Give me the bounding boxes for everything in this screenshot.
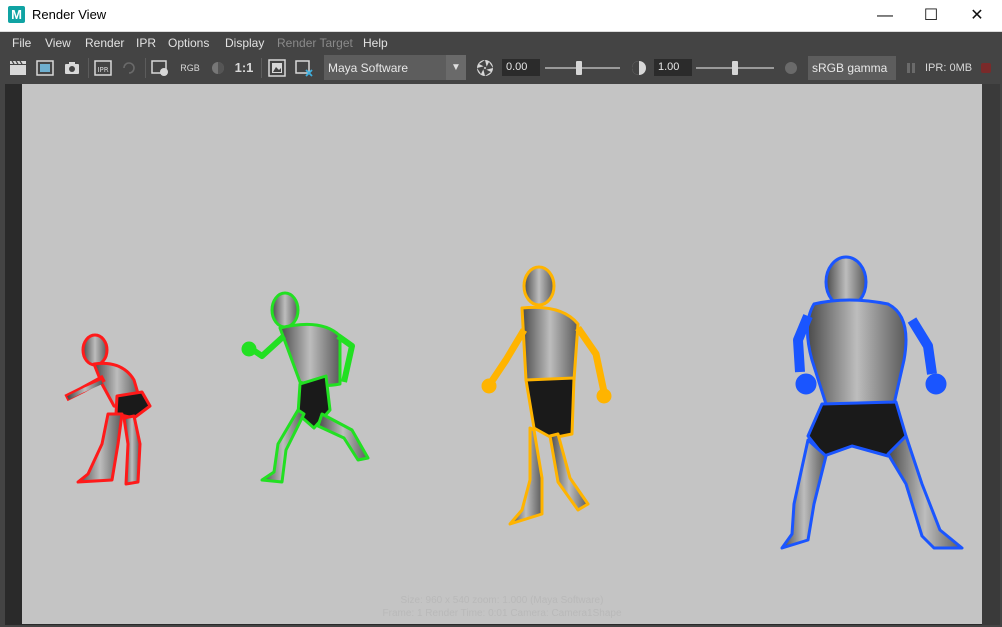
maximize-button[interactable]: ☐ bbox=[908, 0, 954, 31]
render-image[interactable]: Size: 960 x 540 zoom: 1.000 (Maya Softwa… bbox=[22, 84, 982, 624]
snapshot-camera-icon[interactable] bbox=[62, 58, 82, 78]
toolbar-separator bbox=[145, 58, 146, 78]
rendered-figures bbox=[64, 255, 964, 550]
gamma-contrast-icon[interactable] bbox=[629, 58, 649, 78]
view-transform-icon[interactable] bbox=[781, 58, 801, 78]
menu-options[interactable]: Options bbox=[168, 36, 209, 50]
menu-render-target[interactable]: Render Target bbox=[277, 36, 353, 50]
exposure-aperture-icon[interactable] bbox=[475, 58, 495, 78]
render-status-overlay: Size: 960 x 540 zoom: 1.000 (Maya Softwa… bbox=[22, 594, 982, 620]
minimize-button[interactable]: — bbox=[862, 0, 908, 31]
maya-app-icon: M bbox=[8, 6, 25, 23]
ipr-memory-readout: IPR: 0MB bbox=[925, 62, 973, 74]
exposure-slider-handle[interactable] bbox=[575, 61, 582, 75]
renderer-selected-value: Maya Software bbox=[328, 61, 409, 75]
exposure-slider[interactable] bbox=[545, 67, 620, 69]
display-image-icon[interactable] bbox=[267, 58, 287, 78]
gamma-slider-handle[interactable] bbox=[732, 61, 738, 75]
toolbar: IPR RGB 1:1 Maya Software ▼ 0.00 1.00 sR… bbox=[0, 53, 1002, 83]
menu-file[interactable]: File bbox=[12, 36, 31, 50]
refresh-ipr-icon[interactable] bbox=[119, 58, 139, 78]
red-crouching-figure bbox=[64, 333, 152, 486]
colorspace-dropdown[interactable]: sRGB gamma bbox=[808, 56, 896, 80]
toolbar-separator bbox=[261, 58, 262, 78]
menu-bar: File View Render IPR Options Display Ren… bbox=[0, 32, 1002, 53]
real-size-button[interactable]: 1:1 bbox=[234, 58, 254, 78]
toolbar-separator bbox=[88, 58, 89, 78]
yellow-walking-figure bbox=[481, 265, 612, 526]
menu-ipr[interactable]: IPR bbox=[136, 36, 156, 50]
app-icon-letter: M bbox=[11, 7, 22, 22]
render-status-line-1: Size: 960 x 540 zoom: 1.000 (Maya Softwa… bbox=[400, 595, 604, 606]
window-title: Render View bbox=[32, 7, 107, 22]
render-view-window: M Render View — ☐ ✕ File View Render IPR… bbox=[0, 0, 1002, 627]
title-bar: M Render View — ☐ ✕ bbox=[0, 0, 1002, 32]
exposure-field[interactable]: 0.00 bbox=[502, 59, 540, 76]
menu-render[interactable]: Render bbox=[85, 36, 124, 50]
menu-help[interactable]: Help bbox=[363, 36, 388, 50]
clapperboard-icon[interactable] bbox=[8, 58, 28, 78]
svg-text:IPR: IPR bbox=[97, 66, 108, 74]
render-region-icon[interactable] bbox=[150, 58, 170, 78]
dropdown-arrow-icon: ▼ bbox=[446, 55, 466, 80]
rgb-channel-button[interactable]: RGB bbox=[180, 58, 200, 78]
green-running-figure bbox=[241, 291, 370, 484]
menu-display[interactable]: Display bbox=[225, 36, 264, 50]
redo-render-icon[interactable] bbox=[35, 58, 55, 78]
menu-view[interactable]: View bbox=[45, 36, 71, 50]
ipr-render-icon[interactable]: IPR bbox=[93, 58, 113, 78]
stop-render-icon[interactable] bbox=[976, 58, 996, 78]
close-button[interactable]: ✕ bbox=[954, 0, 1000, 31]
renderer-dropdown[interactable]: Maya Software ▼ bbox=[324, 55, 466, 80]
gamma-field[interactable]: 1.00 bbox=[654, 59, 692, 76]
viewport-scrollbar[interactable] bbox=[982, 84, 1000, 625]
pause-ipr-icon[interactable] bbox=[901, 58, 921, 78]
render-status-line-2: Frame: 1 Render Time: 0:01 Camera: Camer… bbox=[382, 608, 622, 619]
alpha-channel-icon[interactable] bbox=[208, 58, 228, 78]
blue-standing-figure bbox=[780, 255, 964, 550]
remove-image-icon[interactable] bbox=[294, 58, 314, 78]
